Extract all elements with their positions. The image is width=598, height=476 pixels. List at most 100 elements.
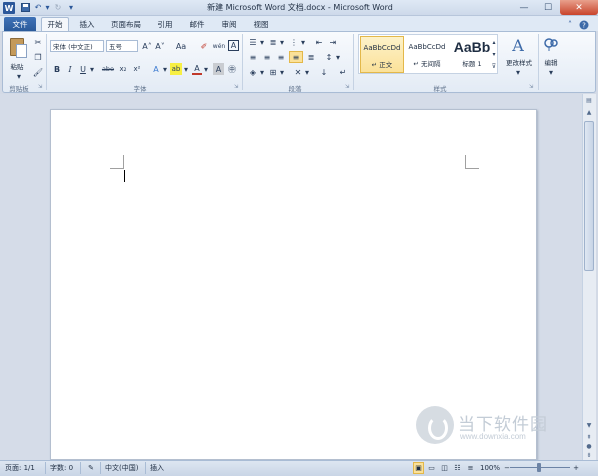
styles-launcher-icon[interactable]: ⇲: [529, 84, 535, 90]
help-icon[interactable]: ?: [578, 18, 590, 31]
borders-icon[interactable]: ⊞: [267, 66, 279, 78]
superscript-button[interactable]: x²: [131, 63, 143, 75]
highlight-icon[interactable]: ab: [170, 63, 182, 75]
highlight-dropdown-icon[interactable]: ▾: [183, 63, 189, 75]
shrink-font-icon[interactable]: A˅: [154, 40, 166, 52]
align-right-icon[interactable]: ≡: [275, 51, 287, 63]
style-no-spacing[interactable]: AaBbCcDd ↵ 无间隔: [405, 36, 449, 73]
borders-dropdown-icon[interactable]: ▾: [279, 66, 285, 78]
zoom-level[interactable]: 100%: [478, 462, 502, 474]
web-layout-icon[interactable]: ◫: [439, 462, 450, 474]
multilevel-list-icon[interactable]: ⋮: [288, 36, 300, 48]
underline-button[interactable]: U: [78, 63, 88, 75]
clear-formatting-icon[interactable]: ✐: [198, 40, 210, 52]
bold-button[interactable]: B: [52, 63, 62, 75]
grow-font-icon[interactable]: A˄: [141, 40, 153, 52]
show-marks-icon[interactable]: ↵: [338, 66, 348, 78]
paste-button[interactable]: [8, 36, 28, 60]
close-button[interactable]: ✕: [560, 0, 598, 15]
shading-dropdown-icon[interactable]: ▾: [259, 66, 265, 78]
change-styles-icon[interactable]: A: [507, 36, 529, 55]
tab-references[interactable]: 引用: [151, 17, 179, 31]
copy-icon[interactable]: ❐: [33, 51, 43, 63]
clipboard-launcher-icon[interactable]: ⇲: [38, 84, 44, 90]
print-layout-view-icon[interactable]: ▣: [413, 462, 424, 474]
style-heading-1[interactable]: AaBb 标题 1: [450, 36, 494, 73]
decrease-indent-icon[interactable]: ⇤: [313, 36, 325, 48]
enclose-characters-icon[interactable]: ㊥: [226, 63, 238, 75]
scroll-down-icon[interactable]: ▼: [583, 420, 595, 430]
line-spacing-icon[interactable]: ↕: [323, 51, 335, 63]
styles-scroll-down-icon[interactable]: ▾: [490, 48, 498, 60]
redo-icon[interactable]: ↻: [53, 1, 63, 14]
phonetic-guide-icon[interactable]: wén: [212, 40, 226, 52]
font-name-combo[interactable]: 宋体 (中文正): [50, 40, 104, 52]
proofing-icon[interactable]: ✎: [85, 462, 97, 474]
insert-mode-status[interactable]: 插入: [150, 462, 164, 474]
select-browse-object-icon[interactable]: ●: [583, 442, 595, 450]
chinese-layout-icon[interactable]: ✕: [292, 66, 304, 78]
previous-page-icon[interactable]: ⇞: [583, 432, 595, 442]
cut-icon[interactable]: ✂: [33, 36, 43, 48]
numbering-dropdown-icon[interactable]: ▾: [279, 36, 285, 48]
text-effects-dropdown-icon[interactable]: ▾: [162, 63, 168, 75]
tab-file[interactable]: 文件: [4, 17, 36, 31]
distributed-icon[interactable]: ≣: [305, 51, 317, 63]
multilevel-dropdown-icon[interactable]: ▾: [300, 36, 306, 48]
change-case-icon[interactable]: Aa: [172, 40, 190, 52]
zoom-out-button[interactable]: −: [503, 462, 511, 474]
scrollbar-thumb[interactable]: [584, 121, 594, 271]
tab-home[interactable]: 开始: [41, 17, 69, 31]
align-left-icon[interactable]: ≡: [247, 51, 259, 63]
zoom-slider-thumb[interactable]: [537, 463, 541, 472]
next-page-icon[interactable]: ⇟: [583, 450, 595, 460]
format-painter-icon[interactable]: 🖌: [33, 66, 43, 78]
chinese-layout-dropdown-icon[interactable]: ▾: [304, 66, 310, 78]
font-color-dropdown-icon[interactable]: ▾: [203, 63, 209, 75]
tab-review[interactable]: 审阅: [215, 17, 243, 31]
save-icon[interactable]: [19, 1, 31, 14]
bullets-icon[interactable]: ☰: [247, 36, 259, 48]
undo-icon[interactable]: ↶: [33, 1, 43, 14]
style-normal[interactable]: AaBbCcDd ↵ 正文: [360, 36, 404, 73]
minimize-ribbon-icon[interactable]: ˄: [565, 18, 575, 31]
tab-view[interactable]: 视图: [247, 17, 275, 31]
font-size-combo[interactable]: 五号: [106, 40, 138, 52]
character-shading-icon[interactable]: A: [213, 63, 224, 75]
subscript-button[interactable]: x₂: [117, 63, 129, 75]
change-styles-dropdown-icon[interactable]: ▾: [514, 66, 522, 78]
scroll-up-icon[interactable]: ▲: [583, 107, 595, 117]
customize-quick-access-icon[interactable]: ▾: [67, 1, 75, 14]
undo-dropdown-icon[interactable]: ▾: [44, 1, 51, 14]
sort-icon[interactable]: ↓: [318, 66, 330, 78]
tab-page-layout[interactable]: 页面布局: [104, 17, 148, 31]
zoom-in-button[interactable]: +: [572, 462, 580, 474]
paste-dropdown-icon[interactable]: ▾: [14, 70, 24, 82]
font-color-icon[interactable]: A: [192, 63, 202, 75]
paragraph-launcher-icon[interactable]: ⇲: [345, 84, 351, 90]
character-border-icon[interactable]: A: [228, 40, 239, 51]
font-launcher-icon[interactable]: ⇲: [234, 84, 240, 90]
view-ruler-icon[interactable]: ▤: [583, 95, 595, 105]
tab-mailings[interactable]: 邮件: [183, 17, 211, 31]
shading-icon[interactable]: ◈: [247, 66, 259, 78]
strikethrough-button[interactable]: abe: [101, 63, 115, 75]
styles-more-icon[interactable]: ⊽: [490, 60, 498, 72]
tab-insert[interactable]: 插入: [73, 17, 101, 31]
italic-button[interactable]: I: [65, 63, 75, 75]
bullets-dropdown-icon[interactable]: ▾: [259, 36, 265, 48]
language-status[interactable]: 中文(中国): [105, 462, 138, 474]
outline-view-icon[interactable]: ☷: [452, 462, 463, 474]
align-center-icon[interactable]: ≡: [261, 51, 273, 63]
draft-view-icon[interactable]: ≡: [465, 462, 476, 474]
editing-dropdown-icon[interactable]: ▾: [547, 66, 555, 78]
numbering-icon[interactable]: ≣: [267, 36, 279, 48]
page-count-status[interactable]: 页面: 1/1: [5, 462, 35, 474]
text-effects-icon[interactable]: A: [151, 63, 161, 75]
minimize-button[interactable]: —: [512, 0, 536, 15]
word-count-status[interactable]: 字数: 0: [50, 462, 73, 474]
underline-dropdown-icon[interactable]: ▾: [89, 63, 95, 75]
increase-indent-icon[interactable]: ⇥: [327, 36, 339, 48]
find-icon[interactable]: [542, 36, 560, 54]
line-spacing-dropdown-icon[interactable]: ▾: [335, 51, 341, 63]
